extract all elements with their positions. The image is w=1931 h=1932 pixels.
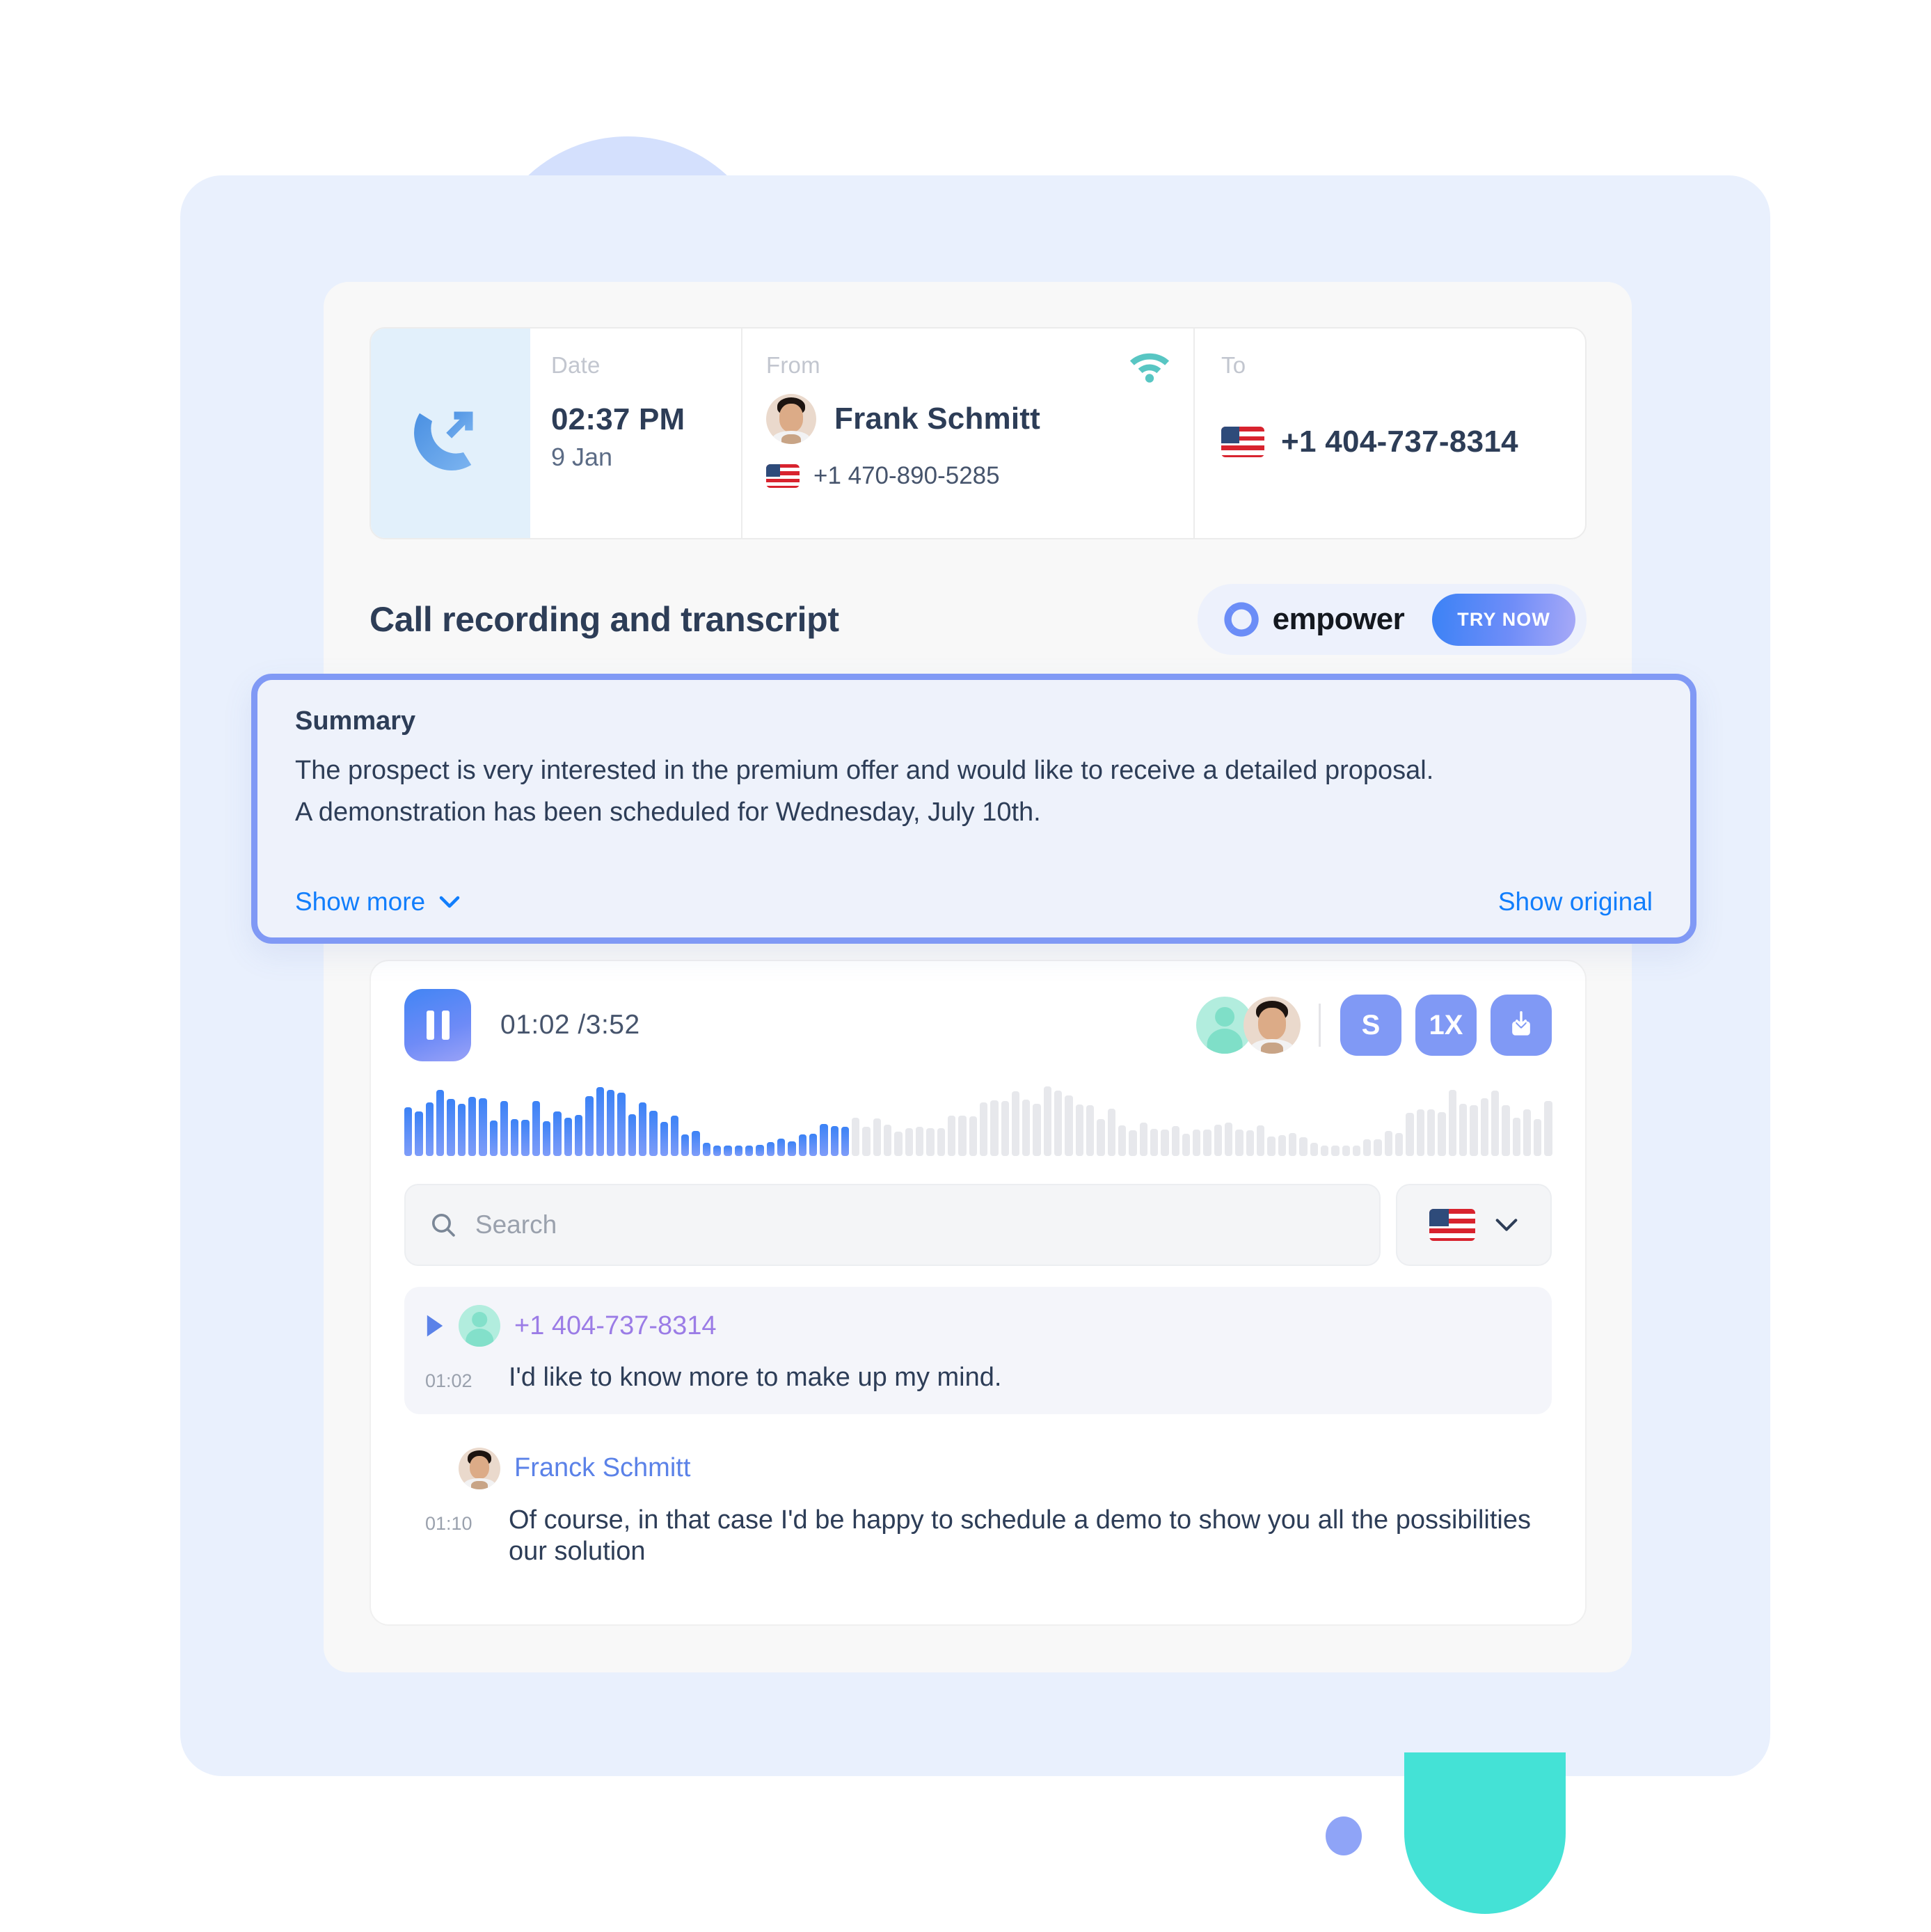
transcript-speaker-row: +1 404-737-8314 [425, 1305, 1531, 1347]
pause-icon [426, 1011, 450, 1040]
control-divider [1319, 1004, 1321, 1047]
player-timecode: 01:02 /3:52 [500, 1010, 640, 1040]
transcript-text-row: 01:10 Of course, in that case I'd be hap… [425, 1505, 1531, 1567]
show-more-label: Show more [295, 887, 426, 916]
transcript-search-row [404, 1184, 1552, 1266]
call-from-column: From Frank Schmitt +1 470-890-5285 [742, 328, 1195, 538]
us-flag-icon [1221, 427, 1264, 457]
page-title: Call recording and transcript [369, 600, 839, 639]
transcript-row[interactable]: Franck Schmitt 01:10 Of course, in that … [404, 1430, 1552, 1588]
from-phone-row: +1 470-890-5285 [766, 462, 1193, 490]
to-label: To [1221, 352, 1246, 378]
from-person: Frank Schmitt [766, 394, 1193, 444]
avatar [766, 394, 816, 444]
summary-body: The prospect is very interested in the p… [295, 757, 1653, 825]
empower-logo-icon [1224, 602, 1259, 637]
call-day-value: 9 Jan [551, 443, 613, 471]
speaker-avatar-frank[interactable] [1243, 997, 1301, 1054]
us-flag-icon [766, 464, 800, 488]
summary-footer: Show more Show original [295, 887, 1653, 917]
playback-speed-button[interactable]: 1X [1415, 995, 1477, 1056]
summary-paragraph-2: A demonstration has been scheduled for W… [295, 798, 1041, 827]
to-phone-value: +1 404-737-8314 [1281, 425, 1518, 459]
decorative-arc-bottom [1404, 1752, 1566, 1914]
from-name: Frank Schmitt [834, 402, 1040, 436]
try-now-button[interactable]: TRY NOW [1432, 593, 1575, 646]
wifi-icon [1129, 353, 1170, 383]
subtitles-button[interactable]: S [1340, 995, 1401, 1056]
search-icon [431, 1214, 455, 1237]
transcript-list: +1 404-737-8314 01:02 I'd like to know m… [404, 1287, 1552, 1587]
empower-label: empower [1272, 602, 1405, 636]
show-original-label: Show original [1497, 887, 1653, 916]
download-button[interactable] [1491, 995, 1552, 1056]
call-to-column: To +1 404-737-8314 [1195, 328, 1585, 538]
chevron-down-icon [1495, 1219, 1518, 1231]
search-box[interactable] [404, 1184, 1381, 1266]
player-controls-row: 01:02 /3:52 S 1X [371, 961, 1585, 1061]
player-card: 01:02 /3:52 S 1X Search +1 404-737-8314 … [369, 960, 1587, 1626]
avatar [459, 1305, 500, 1347]
date-label: Date [551, 352, 601, 378]
call-date-column: Date 02:37 PM 9 Jan [371, 328, 742, 538]
outgoing-call-icon [371, 328, 530, 538]
decorative-dot [1326, 1816, 1362, 1855]
section-header: Call recording and transcript empower TR… [369, 581, 1587, 658]
screenshot-stage: Date 02:37 PM 9 Jan From Frank Schmitt +… [0, 0, 1931, 1932]
summary-paragraph-1: The prospect is very interested in the p… [295, 756, 1434, 785]
transcript-speaker-name: +1 404-737-8314 [514, 1311, 717, 1340]
audio-waveform[interactable] [404, 1079, 1552, 1156]
call-date-body: Date 02:37 PM 9 Jan [530, 328, 685, 538]
transcript-text: I'd like to know more to make up my mind… [509, 1363, 1002, 1392]
transcript-speaker-name: Franck Schmitt [514, 1453, 691, 1483]
avatar [459, 1447, 500, 1489]
transcript-row[interactable]: +1 404-737-8314 01:02 I'd like to know m… [404, 1287, 1552, 1414]
transcript-timestamp: 01:02 [425, 1370, 472, 1391]
empower-badge: empower TRY NOW [1197, 584, 1587, 655]
transcript-text: Of course, in that case I'd be happy to … [509, 1505, 1531, 1566]
call-time-value: 02:37 PM [551, 402, 685, 436]
language-select[interactable] [1396, 1184, 1552, 1266]
show-more-link[interactable]: Show more [295, 887, 460, 917]
search-input[interactable] [475, 1210, 1356, 1240]
show-original-link[interactable]: Show original [1498, 887, 1653, 917]
call-header-card: Date 02:37 PM 9 Jan From Frank Schmitt +… [369, 327, 1587, 539]
pause-button[interactable] [404, 989, 471, 1061]
chevron-down-icon [439, 896, 460, 908]
summary-heading: Summary [295, 706, 416, 736]
transcript-speaker-row: Franck Schmitt [425, 1447, 1531, 1489]
transcript-timestamp: 01:10 [425, 1512, 472, 1534]
player-right-controls: S 1X [1196, 995, 1552, 1056]
play-icon[interactable] [425, 1314, 445, 1338]
summary-card: Summary The prospect is very interested … [251, 674, 1696, 944]
to-phone-row: +1 404-737-8314 [1221, 425, 1585, 459]
us-flag-icon [1429, 1209, 1475, 1241]
from-phone-value: +1 470-890-5285 [813, 462, 1000, 489]
transcript-text-row: 01:02 I'd like to know more to make up m… [425, 1362, 1531, 1393]
download-icon [1512, 1011, 1530, 1036]
